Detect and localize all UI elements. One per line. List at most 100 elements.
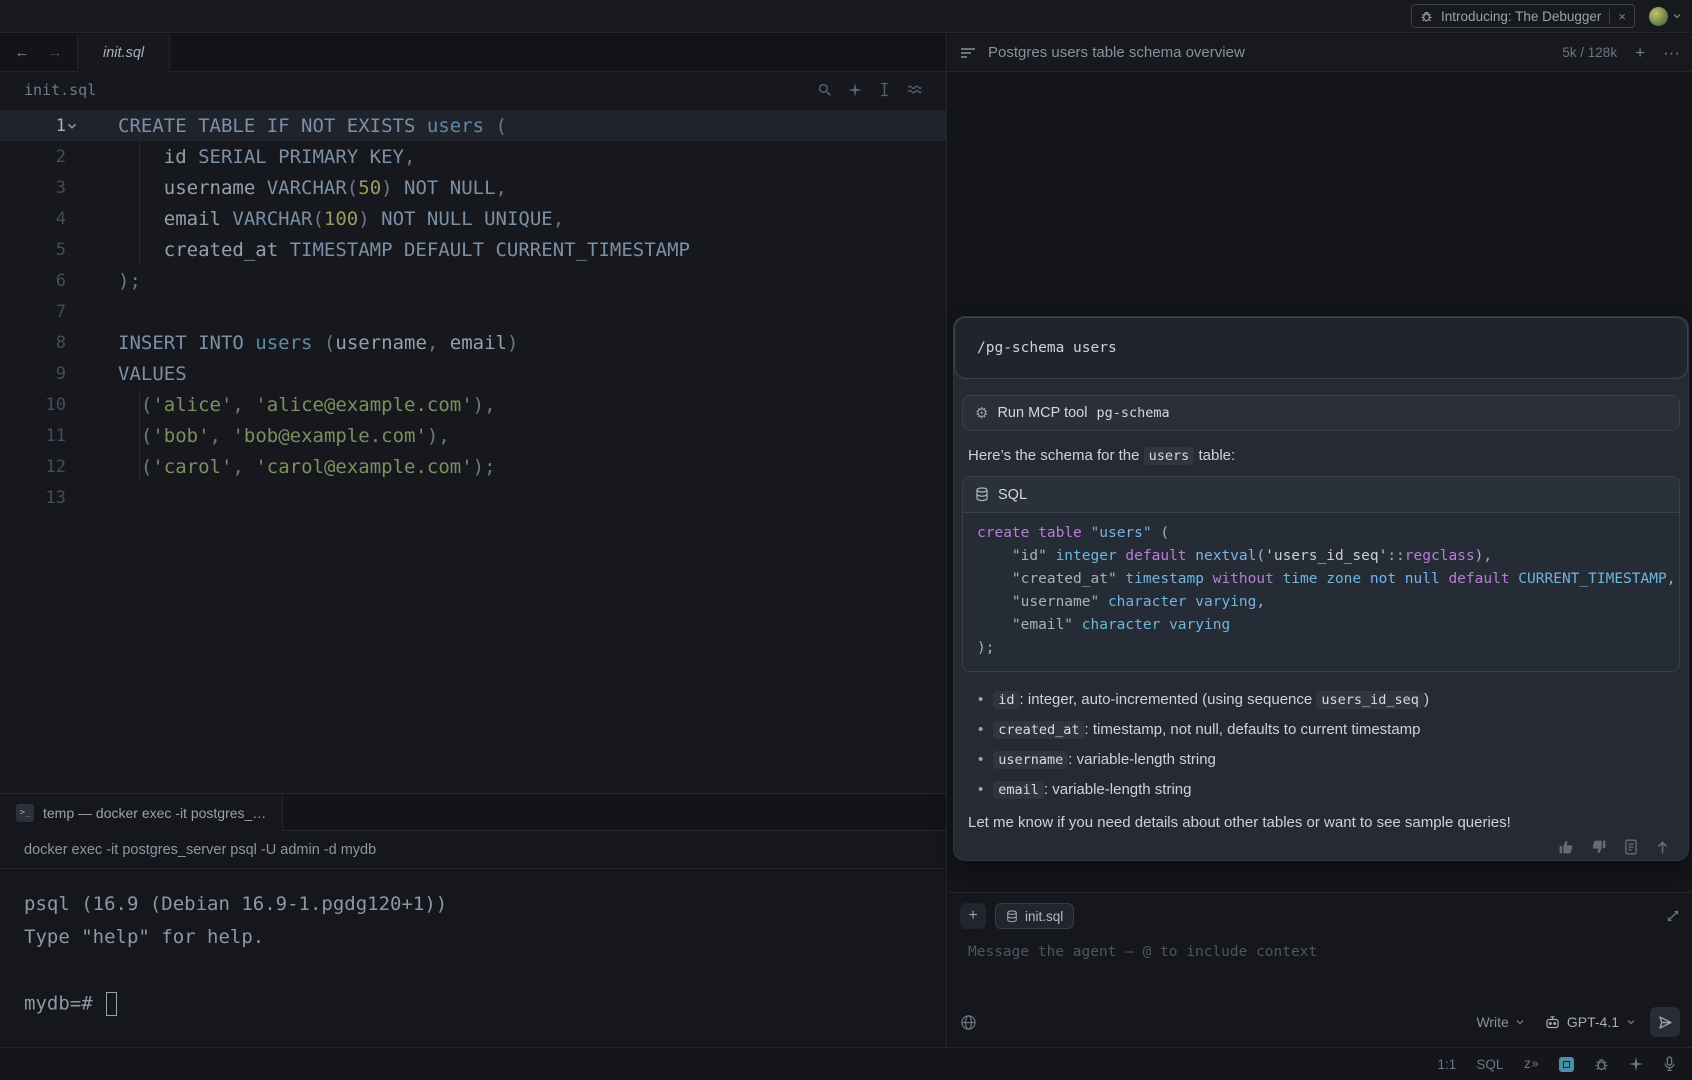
language-selector[interactable]: SQL — [1476, 1057, 1503, 1072]
tool-call-card[interactable]: ⚙ Run MCP tool pg-schema — [962, 395, 1680, 431]
text-cursor-icon[interactable] — [878, 82, 891, 97]
agent-panel-header: Postgres users table schema overview 5k … — [948, 34, 1692, 72]
line-number: 3 — [0, 178, 66, 198]
title-bar: Introducing: The Debugger × — [0, 0, 1692, 33]
code-line[interactable]: 10 ('alice', 'alice@example.com'), — [0, 389, 946, 420]
promo-close-icon[interactable]: × — [1609, 9, 1626, 24]
message-composer[interactable]: + init.sql Message the agent – @ to incl… — [948, 892, 1692, 1047]
fold-chevron-icon[interactable] — [66, 120, 96, 132]
new-thread-icon[interactable]: + — [1635, 44, 1645, 61]
sql-line: "created_at" timestamp without time zone… — [977, 568, 1679, 591]
user-message[interactable]: /pg-schema users — [954, 317, 1688, 379]
agent-panel: Postgres users table schema overview 5k … — [948, 34, 1692, 1047]
schema-bullet: •username: variable-length string — [978, 745, 1674, 775]
terminal-tab-bar: >_ temp — docker exec -it postgres_… — [0, 793, 946, 831]
sparkle-assist-icon[interactable] — [1629, 1057, 1643, 1071]
schema-bullet: •id: integer, auto-incremented (using se… — [978, 685, 1674, 715]
scroll-to-top-icon[interactable] — [1655, 839, 1670, 855]
code-line[interactable]: 12 ('carol', 'carol@example.com'); — [0, 451, 946, 482]
breadcrumb[interactable]: init.sql — [24, 81, 96, 99]
nav-back-icon[interactable]: ← — [15, 44, 30, 61]
code-line[interactable]: 1CREATE TABLE IF NOT EXISTS users ( — [0, 110, 946, 141]
line-number: 12 — [0, 457, 66, 477]
user-menu[interactable] — [1649, 7, 1682, 26]
model-icon — [1545, 1015, 1560, 1030]
nav-forward-icon[interactable]: → — [48, 44, 63, 61]
code-line[interactable]: 13 — [0, 482, 946, 513]
terminal-breadcrumb-bar: docker exec -it postgres_server psql -U … — [0, 831, 946, 869]
tab-init-sql[interactable]: init.sql — [78, 34, 170, 72]
terminal-tab[interactable]: >_ temp — docker exec -it postgres_… — [0, 794, 283, 831]
promo-badge[interactable]: Introducing: The Debugger × — [1411, 4, 1635, 28]
terminal-icon: >_ — [16, 804, 34, 822]
code-line[interactable]: 4 email VARCHAR(100) NOT NULL UNIQUE, — [0, 203, 946, 234]
edit-prediction-icon[interactable]: z» — [1523, 1057, 1539, 1072]
composer-placeholder[interactable]: Message the agent – @ to include context — [968, 944, 1680, 960]
gear-icon: ⚙ — [975, 404, 988, 422]
editor-breadcrumb-bar: init.sql — [0, 73, 946, 106]
sql-code-block: SQL create table "users" ( "id" integer … — [962, 476, 1680, 672]
token-usage: 5k / 128k — [1562, 45, 1617, 60]
model-selector[interactable]: GPT-4.1 — [1545, 1014, 1636, 1030]
cursor-position[interactable]: 1:1 — [1438, 1057, 1457, 1072]
thumbs-up-icon[interactable] — [1558, 839, 1574, 855]
assistant-outro-text: Let me know if you need details about ot… — [968, 814, 1674, 831]
code-block-language: SQL — [998, 487, 1027, 503]
thread-view: /pg-schema users ⚙ Run MCP tool pg-schem… — [953, 316, 1689, 861]
tool-call-label: Run MCP tool — [997, 405, 1087, 421]
line-number: 13 — [0, 488, 66, 508]
code-line[interactable]: 9VALUES — [0, 358, 946, 389]
line-number: 5 — [0, 240, 66, 260]
tool-call-name: pg-schema — [1096, 405, 1169, 421]
add-context-button[interactable]: + — [960, 903, 986, 929]
code-line[interactable]: 6); — [0, 265, 946, 296]
sql-line: ); — [977, 637, 1679, 660]
tab-label: init.sql — [103, 45, 144, 61]
schema-bullet: •created_at: timestamp, not null, defaul… — [978, 715, 1674, 745]
code-line[interactable]: 3 username VARCHAR(50) NOT NULL, — [0, 172, 946, 203]
editor-pane: ← → init.sql init.sql — [0, 34, 947, 1047]
send-button[interactable] — [1650, 1007, 1680, 1037]
terminal-prompt-line: mydb=# — [24, 992, 946, 1025]
assistant-intro-text: Here’s the schema for the users table: — [968, 447, 1674, 464]
line-number: 2 — [0, 147, 66, 167]
code-editor[interactable]: 1CREATE TABLE IF NOT EXISTS users (2 id … — [0, 106, 946, 793]
schema-bullet-list: •id: integer, auto-incremented (using se… — [978, 685, 1674, 805]
line-number: 8 — [0, 333, 66, 353]
search-icon[interactable] — [817, 82, 832, 97]
bug-icon — [1420, 10, 1433, 23]
code-line[interactable]: 8INSERT INTO users (username, email) — [0, 327, 946, 358]
more-menu-icon[interactable]: ··· — [1663, 44, 1680, 61]
line-number: 11 — [0, 426, 66, 446]
context-pill-init-sql[interactable]: init.sql — [995, 903, 1074, 929]
waves-icon[interactable] — [907, 83, 922, 96]
code-line[interactable]: 7 — [0, 296, 946, 327]
line-number: 10 — [0, 395, 66, 415]
profile-globe-icon[interactable] — [960, 1014, 977, 1031]
terminal-cursor — [106, 992, 117, 1016]
terminal-tab-label: temp — docker exec -it postgres_… — [43, 805, 266, 821]
copy-markdown-icon[interactable] — [1624, 839, 1638, 855]
thumbs-down-icon[interactable] — [1591, 839, 1607, 855]
code-line[interactable]: 11 ('bob', 'bob@example.com'), — [0, 420, 946, 451]
container-status-icon[interactable] — [1559, 1057, 1574, 1072]
terminal-command[interactable]: docker exec -it postgres_server psql -U … — [24, 842, 376, 858]
feedback-row — [954, 831, 1688, 855]
debugger-icon[interactable] — [1594, 1057, 1609, 1072]
status-bar: 1:1 SQL z» — [0, 1047, 1692, 1080]
code-line[interactable]: 5 created_at TIMESTAMP DEFAULT CURRENT_T… — [0, 234, 946, 265]
code-block-header[interactable]: SQL — [963, 477, 1679, 513]
database-icon — [975, 487, 989, 502]
terminal-output[interactable]: psql (16.9 (Debian 16.9-1.pgdg120+1))Typ… — [0, 869, 946, 1047]
sql-line: "email" character varying — [977, 614, 1679, 637]
expand-composer-icon[interactable] — [1666, 909, 1680, 923]
line-number: 9 — [0, 364, 66, 384]
line-number: 4 — [0, 209, 66, 229]
code-block-body: create table "users" ( "id" integer defa… — [963, 513, 1679, 671]
microphone-icon[interactable] — [1663, 1056, 1676, 1072]
code-line[interactable]: 2 id SERIAL PRIMARY KEY, — [0, 141, 946, 172]
avatar — [1649, 7, 1668, 26]
mode-selector[interactable]: Write — [1476, 1014, 1524, 1030]
inline-assist-icon[interactable] — [848, 83, 862, 97]
thread-menu-icon[interactable] — [960, 47, 976, 59]
